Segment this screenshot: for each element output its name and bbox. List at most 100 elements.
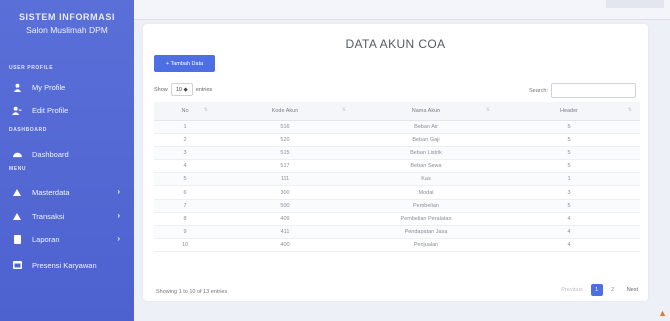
sidebar-item-label: My Profile xyxy=(32,82,66,92)
cell-nama-akun: Penjualan xyxy=(354,238,498,253)
sidebar-item-label: Edit Profile xyxy=(32,105,69,115)
table-row: 1 516 Beban Air 5 xyxy=(154,120,640,134)
entries-label: entries xyxy=(195,86,213,93)
triangle-icon xyxy=(12,211,22,221)
table-info: Showing 1 to 10 of 13 entries xyxy=(156,289,228,295)
entries-length-control: Show 10 ◆ entries xyxy=(154,83,212,96)
table-row: 8 409 Pembelian Peralatan 4 xyxy=(154,212,640,227)
coa-table: No ⇅ Kode Akun ⇅ Nama Akun ⇅ Header ⇅ 1 516 Be… xyxy=(154,102,640,253)
user-edit-icon xyxy=(12,105,22,115)
sidebar-item-presensi-karyawan[interactable]: Presensi Karyawan xyxy=(0,256,134,274)
column-header-header[interactable]: Header ⇅ xyxy=(498,102,640,121)
search-input[interactable] xyxy=(550,83,636,98)
add-data-button[interactable]: + Tambah Data xyxy=(154,55,215,72)
sidebar-item-transaksi[interactable]: Transaksi › xyxy=(0,207,134,225)
cell-no: 9 xyxy=(154,225,216,240)
cell-header: 5 xyxy=(498,159,640,174)
table-row: 6 300 Modal 3 xyxy=(154,185,640,200)
table-row: 3 515 Beban Listrik 5 xyxy=(154,146,640,161)
page-title: DATA AKUN COA xyxy=(345,37,446,51)
cell-header: 5 xyxy=(498,146,640,161)
search-control: Search: xyxy=(529,83,636,98)
table-row: 2 520 Beban Gaji 5 xyxy=(154,133,640,147)
chevron-right-icon: › xyxy=(117,187,120,196)
cell-nama-akun: Beban Air xyxy=(354,120,498,134)
chevron-right-icon: › xyxy=(117,211,120,220)
sort-icon: ⇅ xyxy=(627,107,632,113)
search-label: Search: xyxy=(529,87,548,94)
cell-kode-akun: 500 xyxy=(216,199,354,213)
table-row: 10 400 Penjualan 4 xyxy=(154,238,640,253)
table-header-row: No ⇅ Kode Akun ⇅ Nama Akun ⇅ Header ⇅ xyxy=(154,102,640,121)
chevron-right-icon: › xyxy=(117,234,120,243)
table-row: 9 411 Pendapatan Jasa 4 xyxy=(154,225,640,240)
entries-select[interactable]: 10 ◆ xyxy=(170,83,193,96)
sidebar-item-label: Dashboard xyxy=(32,149,69,159)
cell-no: 10 xyxy=(154,238,216,253)
cell-header: 4 xyxy=(498,212,640,227)
cell-no: 7 xyxy=(154,199,216,213)
sidebar-item-label: Transaksi xyxy=(32,211,65,221)
brand-title: SISTEM INFORMASI xyxy=(18,12,116,22)
sidebar-item-label: Presensi Karyawan xyxy=(32,260,97,270)
cell-no: 6 xyxy=(154,185,216,200)
calendar-icon xyxy=(12,260,22,270)
cell-kode-akun: 111 xyxy=(216,172,354,187)
cell-nama-akun: Modal xyxy=(354,185,498,200)
sort-icon: ⇅ xyxy=(341,107,346,113)
cell-nama-akun: Pendapatan Jasa xyxy=(354,225,498,240)
table-row: 7 500 Pembelian 5 xyxy=(154,199,640,213)
file-icon xyxy=(12,234,22,244)
scroll-top-icon[interactable]: ▲ xyxy=(658,308,667,318)
page-1-button[interactable]: 1 xyxy=(590,284,603,296)
cell-nama-akun: Beban Gaji xyxy=(354,133,498,147)
sidebar-item-masterdata[interactable]: Masterdata › xyxy=(0,183,134,201)
cell-kode-akun: 411 xyxy=(216,225,354,240)
pagination: Previous 1 2 Next xyxy=(561,284,638,296)
table-row: 5 111 Kas 1 xyxy=(154,172,640,187)
section-user-profile: USER PROFILE xyxy=(9,65,54,71)
cell-kode-akun: 517 xyxy=(216,159,354,174)
next-page-button[interactable]: Next xyxy=(627,287,638,293)
cell-header: 3 xyxy=(498,185,640,200)
cell-header: 4 xyxy=(498,238,640,253)
user-icon xyxy=(12,82,22,92)
sidebar: SISTEM INFORMASI Salon Muslimah DPM USER… xyxy=(0,0,134,321)
dashboard-icon xyxy=(12,149,22,159)
cell-header: 4 xyxy=(498,225,640,240)
section-menu: MENU xyxy=(9,166,27,172)
cell-nama-akun: Kas xyxy=(354,172,498,187)
show-label: Show xyxy=(154,86,168,93)
cell-header: 5 xyxy=(498,120,640,134)
sidebar-item-my-profile[interactable]: My Profile xyxy=(0,78,134,96)
previous-page-button[interactable]: Previous xyxy=(561,287,582,293)
topbar-box xyxy=(606,0,664,8)
cell-nama-akun: Beban Listrik xyxy=(354,146,498,161)
cell-header: 5 xyxy=(498,199,640,213)
sidebar-item-label: Masterdata xyxy=(32,187,70,197)
page-2-button[interactable]: 2 xyxy=(607,284,619,296)
cell-kode-akun: 520 xyxy=(216,133,354,147)
cell-header: 5 xyxy=(498,133,640,147)
section-dashboard: DASHBOARD xyxy=(9,127,47,133)
cell-kode-akun: 400 xyxy=(216,238,354,253)
cell-nama-akun: Beban Sewa xyxy=(354,159,498,174)
column-header-no[interactable]: No ⇅ xyxy=(154,102,216,121)
coa-card: DATA AKUN COA + Tambah Data Show 10 ◆ en… xyxy=(143,24,648,301)
cell-nama-akun: Pembelian Peralatan xyxy=(354,212,498,227)
sidebar-item-label: Laporan xyxy=(32,234,60,244)
column-header-nama-akun[interactable]: Nama Akun ⇅ xyxy=(354,102,498,121)
sidebar-item-dashboard[interactable]: Dashboard xyxy=(0,145,134,163)
brand: SISTEM INFORMASI Salon Muslimah DPM xyxy=(0,0,134,35)
cell-no: 5 xyxy=(154,172,216,187)
sidebar-item-edit-profile[interactable]: Edit Profile xyxy=(0,101,134,119)
sidebar-item-laporan[interactable]: Laporan › xyxy=(0,230,134,248)
brand-subtitle: Salon Muslimah DPM xyxy=(26,25,108,35)
sort-icon: ⇅ xyxy=(485,107,490,113)
table-row: 4 517 Beban Sewa 5 xyxy=(154,159,640,174)
cell-no: 1 xyxy=(154,120,216,134)
cell-nama-akun: Pembelian xyxy=(354,199,498,213)
top-bar xyxy=(134,0,670,20)
column-header-kode-akun[interactable]: Kode Akun ⇅ xyxy=(216,102,354,121)
triangle-icon xyxy=(12,187,22,197)
